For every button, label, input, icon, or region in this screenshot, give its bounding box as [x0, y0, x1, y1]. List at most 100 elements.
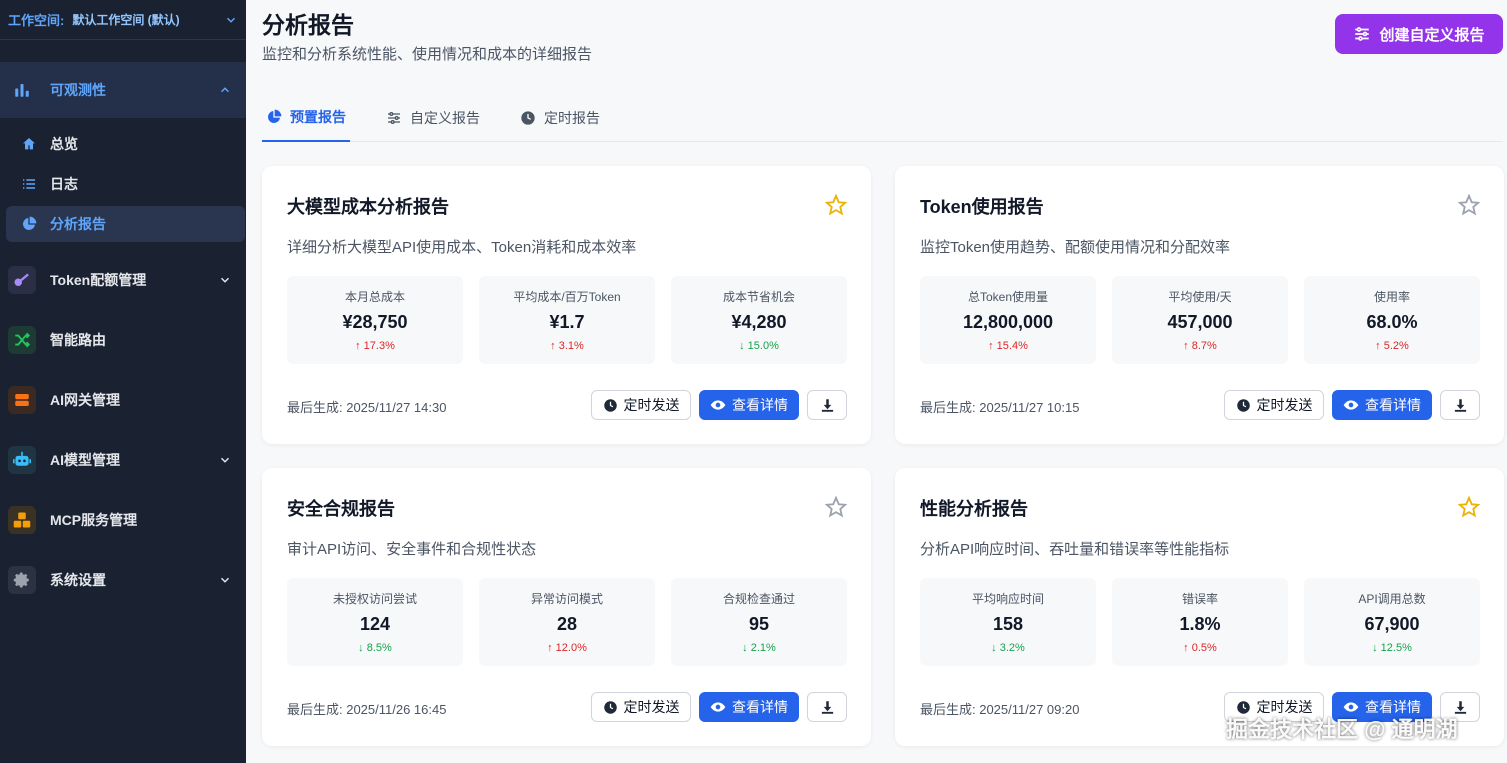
tab-custom-reports[interactable]: 自定义报告	[382, 94, 484, 142]
tab-scheduled-reports-label: 定时报告	[544, 110, 600, 126]
metric-change: ↑ 3.1%	[550, 340, 584, 352]
card-title: 性能分析报告	[920, 499, 1028, 519]
metric-tile: 成本节省机会 ¥4,280 ↓ 15.0%	[671, 276, 847, 364]
nav-ai-gateway[interactable]: AI网关管理	[0, 370, 246, 430]
eye-icon	[710, 702, 726, 712]
view-details-button[interactable]: 查看详情	[699, 390, 799, 420]
pie-chart-icon	[268, 109, 282, 123]
view-details-button[interactable]: 查看详情	[699, 692, 799, 722]
page-subtitle: 监控和分析系统性能、使用情况和成本的详细报告	[262, 46, 593, 63]
nav-smart-routing-label: 智能路由	[50, 332, 106, 348]
card-description: 审计API访问、安全事件和合规性状态	[287, 541, 537, 558]
sidebar-item-reports[interactable]: 分析报告	[6, 206, 245, 242]
schedule-send-button[interactable]: 定时发送	[591, 692, 691, 722]
view-details-label: 查看详情	[732, 397, 788, 413]
metric-change: ↑ 5.2%	[1375, 340, 1409, 352]
sidebar-item-logs[interactable]: 日志	[0, 164, 246, 204]
clock-icon	[603, 398, 617, 412]
last-generated: 最后生成: 2025/11/27 14:30	[287, 400, 447, 415]
list-icon	[20, 175, 38, 193]
metric-change: ↓ 8.5%	[358, 642, 392, 654]
metric-value: 457,000	[1167, 312, 1233, 332]
chevron-down-icon	[220, 277, 230, 283]
star-icon[interactable]	[824, 193, 848, 216]
download-button[interactable]	[807, 692, 847, 722]
card-description: 详细分析大模型API使用成本、Token消耗和成本效率	[287, 239, 637, 256]
metric-value: 68.0%	[1366, 312, 1418, 332]
metric-tile: 平均响应时间 158 ↓ 3.2%	[920, 578, 1096, 666]
metric-label: 合规检查通过	[722, 592, 795, 606]
metric-tile: 总Token使用量 12,800,000 ↑ 15.4%	[920, 276, 1096, 364]
sidebar-item-logs-label: 日志	[50, 176, 78, 192]
view-details-label: 查看详情	[1365, 397, 1421, 413]
metrics-row: 总Token使用量 12,800,000 ↑ 15.4% 平均使用/天 457,…	[920, 276, 1480, 364]
clock-icon	[521, 111, 535, 125]
chevron-down-icon	[220, 577, 230, 583]
last-generated: 最后生成: 2025/11/26 16:45	[287, 702, 447, 717]
nav-observability[interactable]: 可观测性	[0, 62, 246, 118]
sidebar-item-reports-label: 分析报告	[50, 216, 106, 232]
metric-tile: 本月总成本 ¥28,750 ↑ 17.3%	[287, 276, 463, 364]
star-icon[interactable]	[1457, 495, 1481, 518]
tab-preset-reports[interactable]: 预置报告	[262, 94, 350, 142]
view-details-button[interactable]: 查看详情	[1332, 390, 1432, 420]
metrics-row: 未授权访问尝试 124 ↓ 8.5% 异常访问模式 28 ↑ 12.0% 合规检…	[287, 578, 847, 666]
card-title: Token使用报告	[920, 197, 1044, 217]
create-custom-report-button[interactable]: 创建自定义报告	[1335, 14, 1503, 54]
observability-submenu: 总览 日志 分析报告	[0, 118, 246, 250]
sidebar-item-overview[interactable]: 总览	[0, 124, 246, 164]
download-button[interactable]	[807, 390, 847, 420]
schedule-send-button[interactable]: 定时发送	[1224, 390, 1324, 420]
nav-token-quota[interactable]: Token配额管理	[0, 250, 246, 310]
eye-icon	[1343, 400, 1359, 410]
metrics-row: 本月总成本 ¥28,750 ↑ 17.3% 平均成本/百万Token ¥1.7 …	[287, 276, 847, 364]
tab-preset-reports-label: 预置报告	[290, 109, 346, 125]
robot-icon	[8, 446, 36, 474]
tab-scheduled-reports[interactable]: 定时报告	[516, 94, 604, 142]
watermark: 掘金技术社区 @ 通明湖	[1226, 717, 1458, 742]
metric-tile: 使用率 68.0% ↑ 5.2%	[1304, 276, 1480, 364]
metric-change: ↓ 3.2%	[991, 642, 1025, 654]
download-button[interactable]	[1440, 390, 1480, 420]
home-icon	[20, 135, 38, 153]
metric-label: 成本节省机会	[722, 290, 795, 304]
schedule-send-button[interactable]: 定时发送	[591, 390, 691, 420]
gear-icon	[8, 566, 36, 594]
sidebar: 工作空间: 默认工作空间 (默认) 可观测性 总览 日志 分析报告 Token配…	[0, 0, 246, 763]
metric-change: ↓ 15.0%	[739, 340, 779, 352]
metric-label: 本月总成本	[344, 290, 405, 304]
metric-label: 使用率	[1373, 290, 1410, 304]
metric-value: ¥28,750	[342, 312, 408, 332]
card-description: 监控Token使用趋势、配额使用情况和分配效率	[920, 239, 1231, 256]
schedule-send-label: 定时发送	[1256, 397, 1313, 413]
metric-value: 158	[992, 614, 1024, 634]
report-card: 性能分析报告 分析API响应时间、吞吐量和错误率等性能指标 平均响应时间 158…	[895, 468, 1504, 746]
star-icon[interactable]	[1457, 193, 1481, 216]
metric-label: 异常访问模式	[530, 592, 603, 606]
workspace-selector[interactable]: 工作空间: 默认工作空间 (默认)	[0, 0, 246, 40]
server-icon	[8, 386, 36, 414]
metric-label: 平均使用/天	[1168, 290, 1232, 304]
metric-label: 错误率	[1181, 592, 1218, 606]
report-tabs: 预置报告 自定义报告 定时报告	[262, 94, 1503, 142]
metric-value: 95	[748, 614, 770, 634]
nav-settings[interactable]: 系统设置	[0, 550, 246, 610]
card-title: 安全合规报告	[287, 499, 395, 519]
nav-mcp[interactable]: MCP服务管理	[0, 490, 246, 550]
nav-smart-routing[interactable]: 智能路由	[0, 310, 246, 370]
nav-observability-label: 可观测性	[50, 82, 106, 98]
card-description: 分析API响应时间、吞吐量和错误率等性能指标	[920, 541, 1230, 558]
view-details-label: 查看详情	[732, 699, 788, 715]
create-custom-report-label: 创建自定义报告	[1379, 26, 1485, 44]
metric-change: ↑ 17.3%	[355, 340, 395, 352]
metric-change: ↓ 2.1%	[742, 642, 776, 654]
card-title: 大模型成本分析报告	[287, 197, 449, 217]
card-actions: 定时发送 查看详情	[591, 390, 847, 420]
metric-tile: 平均使用/天 457,000 ↑ 8.7%	[1112, 276, 1288, 364]
nav-ai-model[interactable]: AI模型管理	[0, 430, 246, 490]
star-icon[interactable]	[824, 495, 848, 518]
chevron-down-icon	[220, 457, 230, 463]
last-generated: 最后生成: 2025/11/27 10:15	[920, 400, 1080, 415]
metric-value: 12,800,000	[962, 312, 1054, 332]
last-generated: 最后生成: 2025/11/27 09:20	[920, 702, 1080, 717]
